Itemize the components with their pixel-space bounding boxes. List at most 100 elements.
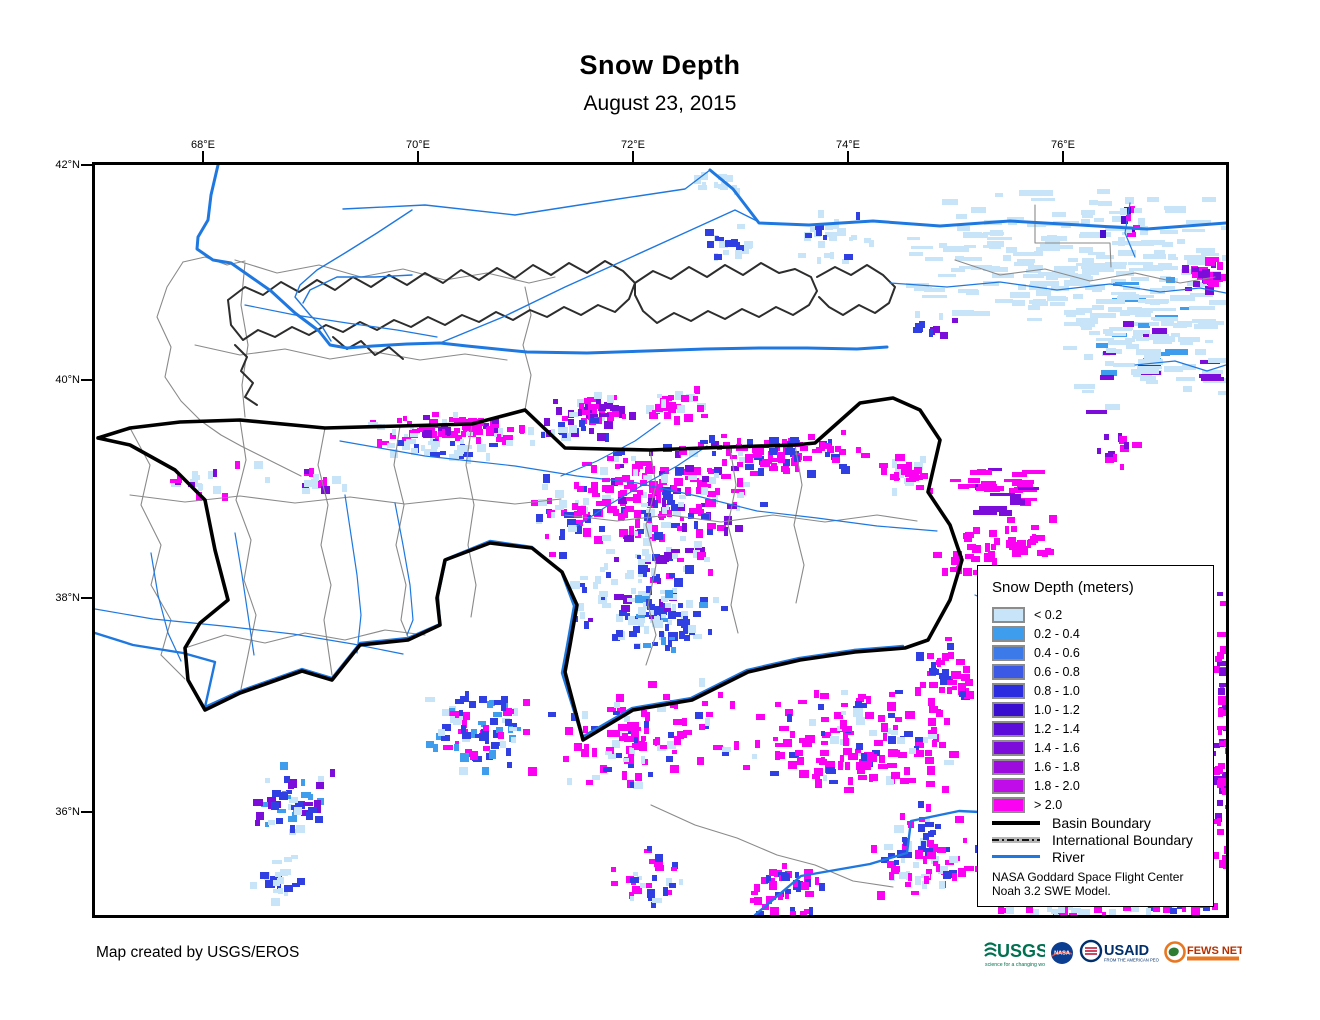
snow-cell bbox=[614, 594, 624, 600]
snow-cell bbox=[926, 781, 935, 787]
snow-cell bbox=[1222, 255, 1226, 261]
snow-cell bbox=[669, 883, 676, 888]
snow-cell bbox=[809, 719, 816, 726]
snow-cell bbox=[1058, 907, 1065, 913]
snow-cell bbox=[695, 390, 700, 394]
snow-cell bbox=[672, 750, 677, 754]
snow-cell bbox=[1196, 248, 1215, 253]
snow-cell bbox=[632, 619, 638, 625]
snow-cell bbox=[925, 750, 932, 756]
snow-cell bbox=[624, 535, 634, 542]
snow-cell bbox=[1182, 265, 1189, 273]
snow-cell bbox=[952, 310, 974, 316]
snow-cell bbox=[1127, 309, 1136, 315]
snow-cell bbox=[1041, 236, 1067, 241]
snow-cell bbox=[553, 399, 558, 404]
snow-cell bbox=[947, 643, 954, 650]
snow-cell bbox=[590, 418, 599, 423]
snow-cell bbox=[835, 446, 841, 452]
snow-cell bbox=[1081, 219, 1090, 224]
legend-class-row: 0.4 - 0.6 bbox=[992, 643, 1205, 662]
basin-line-sample bbox=[992, 820, 1040, 825]
usgs-logo: USGS science for a changing world bbox=[984, 941, 1045, 968]
snow-cell bbox=[633, 469, 638, 476]
snow-cell bbox=[1160, 230, 1178, 234]
snow-cell bbox=[1147, 197, 1159, 202]
snow-cell bbox=[599, 413, 609, 417]
legend-class-row: 1.0 - 1.2 bbox=[992, 700, 1205, 719]
snow-cell bbox=[306, 812, 313, 820]
snow-cell bbox=[579, 420, 585, 427]
snow-cell bbox=[1082, 390, 1094, 393]
snow-cell bbox=[871, 845, 877, 853]
snow-cell bbox=[958, 683, 965, 691]
usaid-logo: USAID FROM THE AMERICAN PEOPLE bbox=[1079, 939, 1159, 963]
snow-cell bbox=[801, 882, 809, 890]
snow-cell bbox=[907, 237, 920, 240]
snow-cell bbox=[631, 588, 636, 594]
snow-cell bbox=[730, 701, 735, 709]
snow-cell bbox=[548, 712, 556, 717]
snow-cell bbox=[544, 418, 550, 426]
snow-cell bbox=[715, 488, 720, 495]
snow-cell bbox=[1109, 327, 1133, 330]
snow-cell bbox=[944, 760, 954, 765]
snow-cell bbox=[580, 576, 588, 580]
snow-cell bbox=[911, 246, 933, 249]
snow-cell bbox=[284, 885, 293, 892]
snow-cell bbox=[577, 486, 584, 492]
snow-cell bbox=[861, 453, 870, 458]
legend-class-label: 1.4 - 1.6 bbox=[1034, 740, 1080, 755]
snow-cell bbox=[489, 750, 496, 759]
snow-cell bbox=[807, 470, 816, 478]
snow-cell bbox=[935, 824, 941, 829]
snow-cell bbox=[725, 240, 735, 247]
snow-cell bbox=[895, 717, 902, 722]
snow-cell bbox=[256, 812, 264, 820]
snow-cell bbox=[821, 741, 828, 745]
snow-cell bbox=[894, 860, 899, 865]
snow-cell bbox=[635, 773, 642, 781]
snow-cell bbox=[1146, 908, 1151, 915]
snow-cell bbox=[568, 525, 577, 532]
snow-cell bbox=[889, 692, 895, 697]
snow-cell bbox=[616, 694, 624, 702]
snow-cell bbox=[825, 452, 830, 457]
snow-cell bbox=[643, 523, 653, 530]
snow-cell bbox=[584, 621, 589, 629]
snow-cell bbox=[604, 402, 613, 409]
snow-cell bbox=[1222, 274, 1226, 281]
snow-cell bbox=[667, 510, 672, 517]
snow-cell bbox=[397, 418, 402, 423]
snow-cell bbox=[668, 890, 672, 895]
snow-cell bbox=[643, 643, 651, 648]
snow-cell bbox=[1012, 472, 1027, 477]
snow-cell bbox=[482, 767, 489, 775]
snow-cell bbox=[678, 603, 683, 608]
snow-cell bbox=[432, 412, 439, 417]
snow-cell bbox=[858, 694, 866, 699]
snow-cell bbox=[665, 590, 673, 598]
snow-cell bbox=[781, 873, 790, 881]
snow-cell bbox=[712, 451, 716, 456]
snow-cell bbox=[722, 752, 729, 756]
snow-cell bbox=[672, 604, 676, 611]
snow-cell bbox=[848, 777, 853, 785]
legend-class-label: 1.8 - 2.0 bbox=[1034, 778, 1080, 793]
snow-cell bbox=[752, 754, 757, 759]
snow-cell bbox=[1217, 632, 1226, 637]
snow-cell bbox=[479, 696, 487, 703]
snow-cell bbox=[695, 712, 703, 719]
snow-cell bbox=[964, 245, 976, 248]
page-subtitle: August 23, 2015 bbox=[583, 92, 737, 115]
snow-cell bbox=[410, 433, 418, 437]
snow-cell bbox=[677, 405, 685, 413]
snow-cell bbox=[989, 530, 997, 537]
snow-cell bbox=[887, 763, 897, 768]
snow-cell bbox=[630, 896, 634, 901]
snow-cell bbox=[1177, 239, 1185, 244]
snow-cell bbox=[754, 884, 760, 892]
legend-color-swatch bbox=[992, 758, 1025, 775]
snow-cell bbox=[387, 443, 395, 448]
snow-cell bbox=[497, 434, 501, 440]
